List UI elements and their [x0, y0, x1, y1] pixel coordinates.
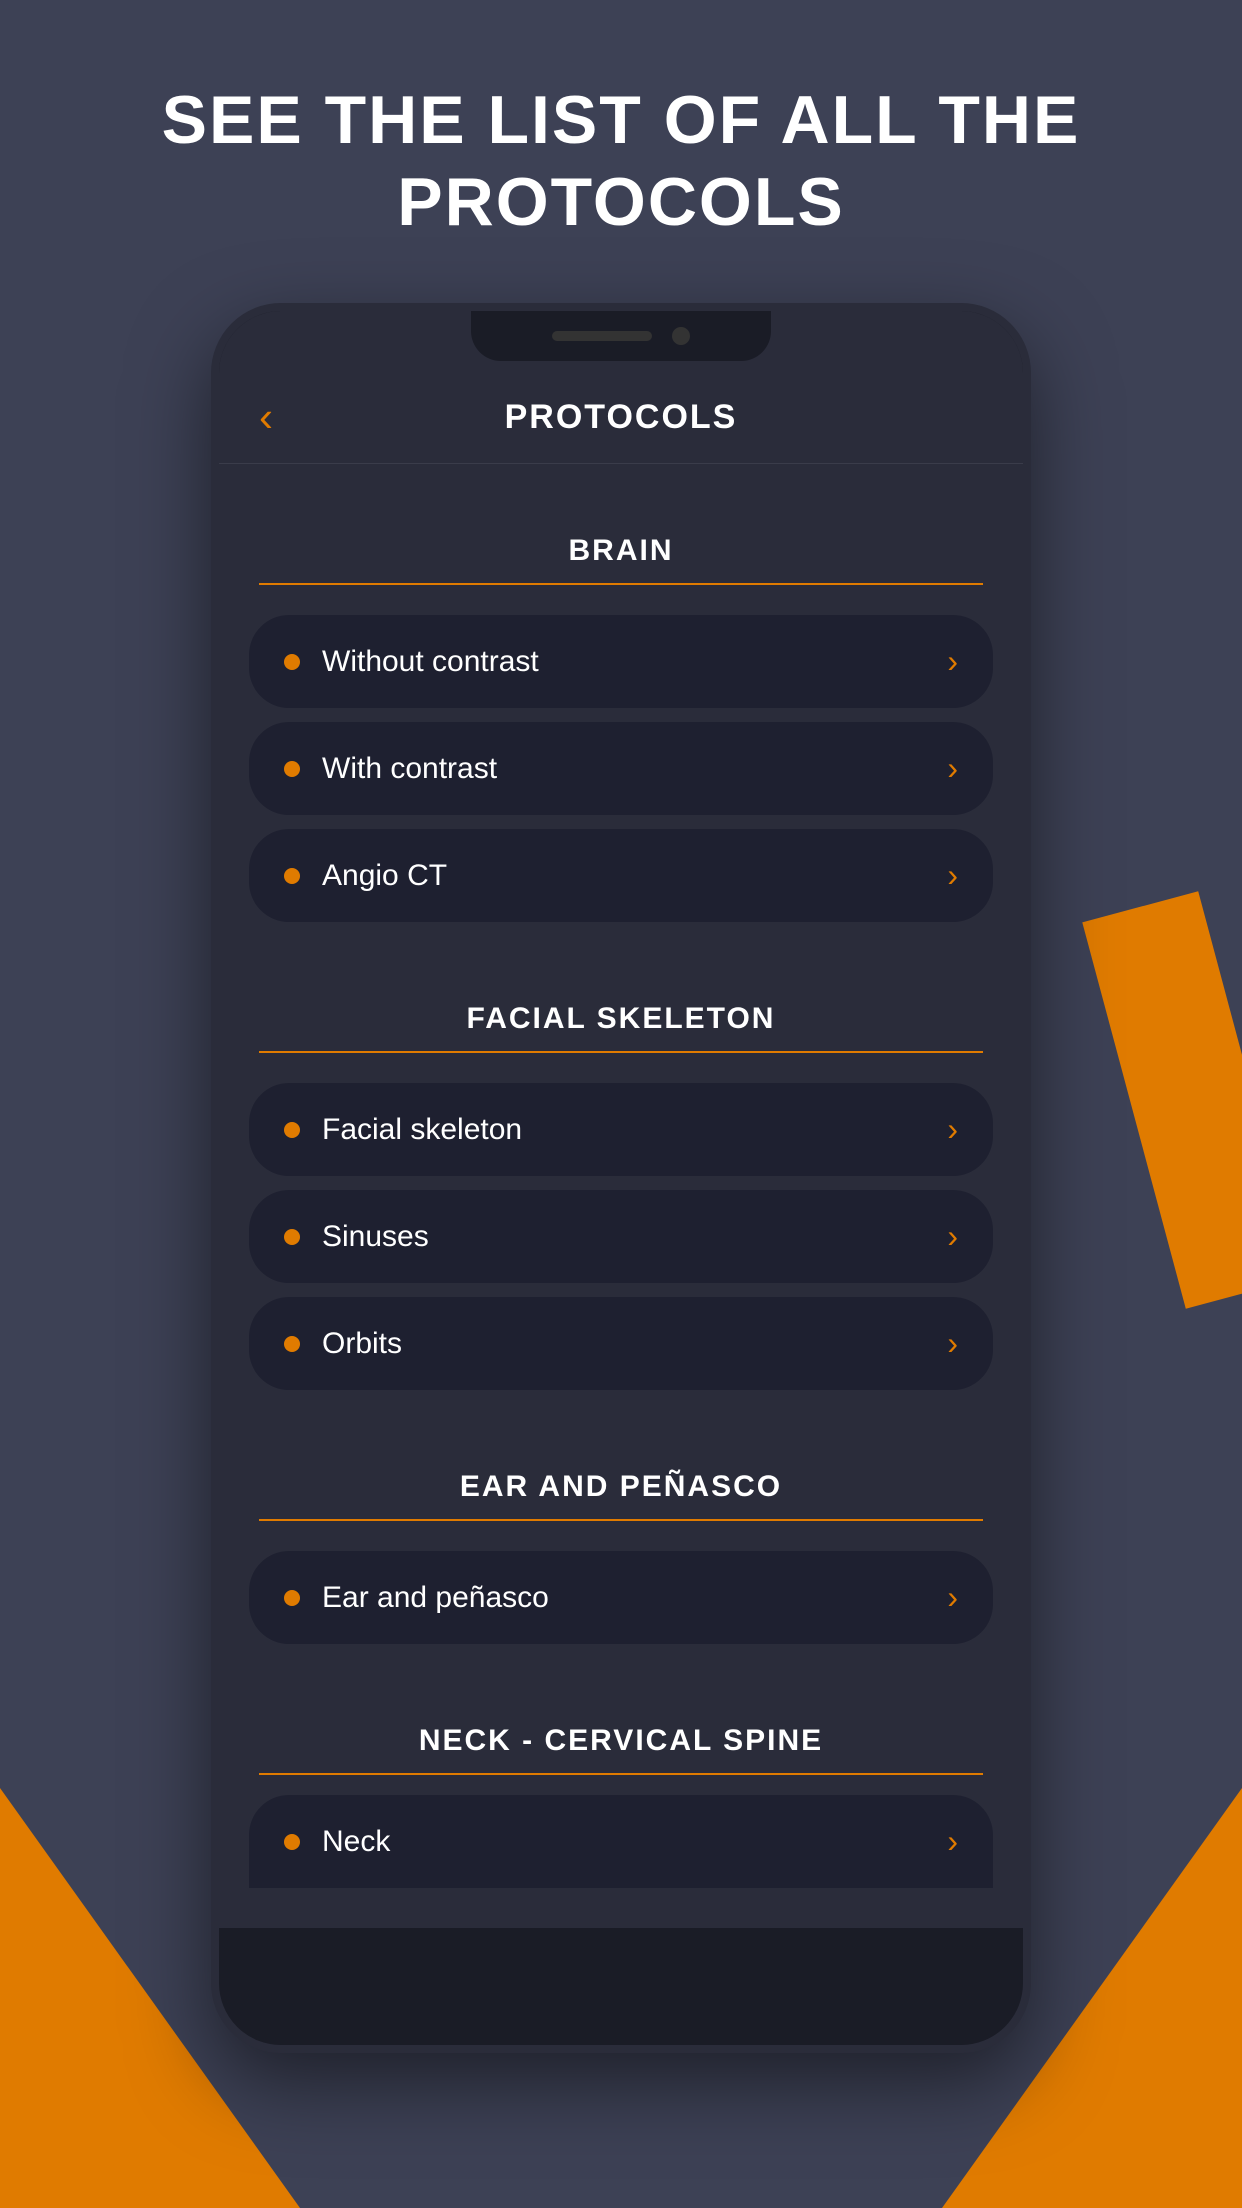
- chevron-icon: ›: [947, 1823, 958, 1860]
- section-ear-divider: [259, 1519, 983, 1521]
- protocol-label: Facial skeleton: [322, 1113, 522, 1147]
- protocol-dot: [284, 1229, 300, 1245]
- protocol-label: Ear and peñasco: [322, 1581, 549, 1615]
- protocol-dot: [284, 868, 300, 884]
- app-header-title: PROTOCOLS: [505, 398, 738, 437]
- protocol-label: Sinuses: [322, 1220, 429, 1254]
- protocol-dot: [284, 1336, 300, 1352]
- protocol-dot: [284, 761, 300, 777]
- notch-speaker: [552, 331, 652, 341]
- app-header: ‹ PROTOCOLS: [219, 371, 1023, 464]
- phone-frame: ‹ PROTOCOLS BRAIN Without contrast ›: [211, 303, 1031, 2053]
- protocol-item-angio-ct[interactable]: Angio CT ›: [249, 829, 993, 922]
- chevron-icon: ›: [947, 1579, 958, 1616]
- section-neck-divider: [259, 1773, 983, 1775]
- chevron-icon: ›: [947, 1325, 958, 1362]
- phone-mockup: ‹ PROTOCOLS BRAIN Without contrast ›: [211, 303, 1031, 2053]
- protocol-label: Angio CT: [322, 859, 447, 893]
- chevron-icon: ›: [947, 750, 958, 787]
- section-facial-divider: [259, 1051, 983, 1053]
- notch-camera: [672, 327, 690, 345]
- app-content: BRAIN Without contrast › With contrast: [219, 464, 1023, 1928]
- section-facial-header: FACIAL SKELETON: [219, 932, 1023, 1053]
- protocol-item-orbits[interactable]: Orbits ›: [249, 1297, 993, 1390]
- section-ear-title: EAR AND PEÑASCO: [259, 1440, 983, 1519]
- protocol-dot: [284, 1122, 300, 1138]
- brain-protocol-list: Without contrast › With contrast › Angio…: [219, 605, 1023, 932]
- page-title: SEE THE LIST OF ALL THE PROTOCOLS: [0, 0, 1242, 303]
- protocol-item-ear-penasco[interactable]: Ear and peñasco ›: [249, 1551, 993, 1644]
- section-ear-header: EAR AND PEÑASCO: [219, 1400, 1023, 1521]
- protocol-dot: [284, 1590, 300, 1606]
- protocol-label: With contrast: [322, 752, 497, 786]
- protocol-item-facial-skeleton[interactable]: Facial skeleton ›: [249, 1083, 993, 1176]
- protocol-label: Neck: [322, 1825, 390, 1859]
- bg-accent-right-strip: [1082, 891, 1242, 1308]
- section-neck-title: NECK - CERVICAL SPINE: [259, 1694, 983, 1773]
- protocol-item-neck-partial[interactable]: Neck ›: [249, 1795, 993, 1888]
- protocol-dot: [284, 654, 300, 670]
- section-neck-header: NECK - CERVICAL SPINE: [219, 1654, 1023, 1775]
- chevron-icon: ›: [947, 1218, 958, 1255]
- facial-protocol-list: Facial skeleton › Sinuses › Orbits: [219, 1073, 1023, 1400]
- back-button[interactable]: ‹: [259, 396, 273, 438]
- protocol-dot: [284, 1834, 300, 1850]
- section-brain-header: BRAIN: [219, 464, 1023, 585]
- ear-protocol-list: Ear and peñasco ›: [219, 1541, 1023, 1654]
- chevron-icon: ›: [947, 643, 958, 680]
- protocol-label: Without contrast: [322, 645, 539, 679]
- phone-notch: [471, 311, 771, 361]
- section-brain-divider: [259, 583, 983, 585]
- protocol-label: Orbits: [322, 1327, 402, 1361]
- section-facial-title: FACIAL SKELETON: [259, 972, 983, 1051]
- protocol-item-without-contrast[interactable]: Without contrast ›: [249, 615, 993, 708]
- chevron-icon: ›: [947, 1111, 958, 1148]
- protocol-item-with-contrast[interactable]: With contrast ›: [249, 722, 993, 815]
- chevron-icon: ›: [947, 857, 958, 894]
- section-brain-title: BRAIN: [259, 504, 983, 583]
- protocol-item-sinuses[interactable]: Sinuses ›: [249, 1190, 993, 1283]
